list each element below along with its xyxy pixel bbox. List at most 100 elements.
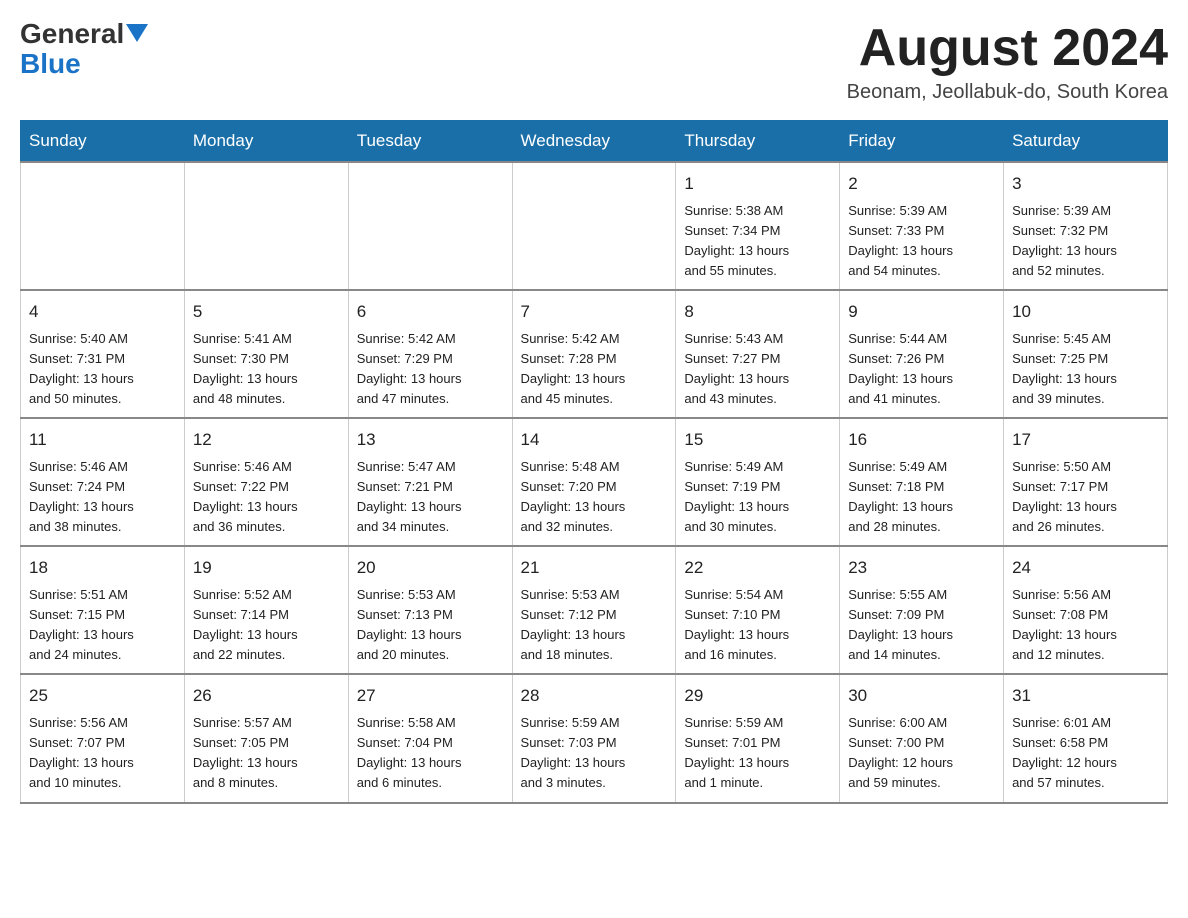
logo-general: General	[20, 20, 124, 48]
logo-arrow-icon	[126, 24, 148, 46]
calendar-cell: 31 Sunrise: 6:01 AM Sunset: 6:58 PM Dayli…	[1004, 674, 1168, 802]
day-info: Sunrise: 5:46 AM Sunset: 7:22 PM Dayligh…	[193, 457, 340, 538]
weekday-header-sunday: Sunday	[21, 121, 185, 163]
calendar-cell: 2 Sunrise: 5:39 AM Sunset: 7:33 PM Daylig…	[840, 162, 1004, 290]
day-number: 11	[29, 427, 176, 453]
day-info: Sunrise: 5:52 AM Sunset: 7:14 PM Dayligh…	[193, 585, 340, 666]
day-info: Sunrise: 5:58 AM Sunset: 7:04 PM Dayligh…	[357, 713, 504, 794]
day-info: Sunrise: 5:59 AM Sunset: 7:01 PM Dayligh…	[684, 713, 831, 794]
day-number: 28	[521, 683, 668, 709]
calendar-week-row: 4 Sunrise: 5:40 AM Sunset: 7:31 PM Daylig…	[21, 290, 1168, 418]
day-number: 5	[193, 299, 340, 325]
calendar-cell: 11Sunrise: 5:46 AM Sunset: 7:24 PM Dayli…	[21, 418, 185, 546]
day-info: Sunrise: 5:44 AM Sunset: 7:26 PM Dayligh…	[848, 329, 995, 410]
calendar-cell: 8Sunrise: 5:43 AM Sunset: 7:27 PM Daylig…	[676, 290, 840, 418]
day-info: Sunrise: 5:47 AM Sunset: 7:21 PM Dayligh…	[357, 457, 504, 538]
day-number: 10	[1012, 299, 1159, 325]
weekday-header-wednesday: Wednesday	[512, 121, 676, 163]
day-info: Sunrise: 5:41 AM Sunset: 7:30 PM Dayligh…	[193, 329, 340, 410]
day-number: 26	[193, 683, 340, 709]
day-number: 19	[193, 555, 340, 581]
calendar-cell: 16 Sunrise: 5:49 AM Sunset: 7:18 PM Dayli…	[840, 418, 1004, 546]
day-number: 20	[357, 555, 504, 581]
day-info: Sunrise: 5:53 AM Sunset: 7:13 PM Dayligh…	[357, 585, 504, 666]
day-info: Sunrise: 5:39 AM Sunset: 7:32 PM Dayligh…	[1012, 201, 1159, 282]
calendar-cell: 20 Sunrise: 5:53 AM Sunset: 7:13 PM Dayli…	[348, 546, 512, 674]
calendar-cell: 14 Sunrise: 5:48 AM Sunset: 7:20 PM Dayli…	[512, 418, 676, 546]
day-number: 13	[357, 427, 504, 453]
day-number: 2	[848, 171, 995, 197]
calendar-cell: 21 Sunrise: 5:53 AM Sunset: 7:12 PM Dayli…	[512, 546, 676, 674]
weekday-header-tuesday: Tuesday	[348, 121, 512, 163]
day-number: 30	[848, 683, 995, 709]
logo: General Blue	[20, 20, 148, 80]
weekday-header-row: SundayMondayTuesdayWednesdayThursdayFrid…	[21, 121, 1168, 163]
day-number: 16	[848, 427, 995, 453]
calendar-cell: 25Sunrise: 5:56 AM Sunset: 7:07 PM Dayli…	[21, 674, 185, 802]
day-number: 31	[1012, 683, 1159, 709]
calendar-cell: 5 Sunrise: 5:41 AM Sunset: 7:30 PM Daylig…	[184, 290, 348, 418]
calendar-cell: 15 Sunrise: 5:49 AM Sunset: 7:19 PM Dayli…	[676, 418, 840, 546]
calendar-cell: 28 Sunrise: 5:59 AM Sunset: 7:03 PM Dayli…	[512, 674, 676, 802]
day-number: 23	[848, 555, 995, 581]
weekday-header-thursday: Thursday	[676, 121, 840, 163]
day-number: 17	[1012, 427, 1159, 453]
location-subtitle: Beonam, Jeollabuk-do, South Korea	[847, 81, 1168, 104]
day-info: Sunrise: 5:59 AM Sunset: 7:03 PM Dayligh…	[521, 713, 668, 794]
day-info: Sunrise: 5:48 AM Sunset: 7:20 PM Dayligh…	[521, 457, 668, 538]
day-info: Sunrise: 5:56 AM Sunset: 7:07 PM Dayligh…	[29, 713, 176, 794]
day-info: Sunrise: 5:45 AM Sunset: 7:25 PM Dayligh…	[1012, 329, 1159, 410]
calendar-cell	[21, 162, 185, 290]
calendar-cell: 30 Sunrise: 6:00 AM Sunset: 7:00 PM Dayli…	[840, 674, 1004, 802]
calendar-week-row: 11Sunrise: 5:46 AM Sunset: 7:24 PM Dayli…	[21, 418, 1168, 546]
day-info: Sunrise: 5:42 AM Sunset: 7:29 PM Dayligh…	[357, 329, 504, 410]
day-number: 3	[1012, 171, 1159, 197]
month-title: August 2024	[847, 20, 1168, 77]
calendar-week-row: 1Sunrise: 5:38 AM Sunset: 7:34 PM Daylig…	[21, 162, 1168, 290]
day-number: 14	[521, 427, 668, 453]
day-info: Sunrise: 5:42 AM Sunset: 7:28 PM Dayligh…	[521, 329, 668, 410]
day-info: Sunrise: 5:39 AM Sunset: 7:33 PM Dayligh…	[848, 201, 995, 282]
calendar-cell: 13 Sunrise: 5:47 AM Sunset: 7:21 PM Dayli…	[348, 418, 512, 546]
day-info: Sunrise: 6:01 AM Sunset: 6:58 PM Dayligh…	[1012, 713, 1159, 794]
day-number: 21	[521, 555, 668, 581]
day-info: Sunrise: 5:57 AM Sunset: 7:05 PM Dayligh…	[193, 713, 340, 794]
day-number: 8	[684, 299, 831, 325]
day-number: 6	[357, 299, 504, 325]
day-number: 7	[521, 299, 668, 325]
weekday-header-saturday: Saturday	[1004, 121, 1168, 163]
day-number: 29	[684, 683, 831, 709]
day-number: 4	[29, 299, 176, 325]
day-number: 15	[684, 427, 831, 453]
day-info: Sunrise: 5:49 AM Sunset: 7:19 PM Dayligh…	[684, 457, 831, 538]
day-info: Sunrise: 5:40 AM Sunset: 7:31 PM Dayligh…	[29, 329, 176, 410]
weekday-header-monday: Monday	[184, 121, 348, 163]
calendar-week-row: 18Sunrise: 5:51 AM Sunset: 7:15 PM Dayli…	[21, 546, 1168, 674]
day-number: 12	[193, 427, 340, 453]
calendar-cell: 27Sunrise: 5:58 AM Sunset: 7:04 PM Dayli…	[348, 674, 512, 802]
calendar-cell: 23 Sunrise: 5:55 AM Sunset: 7:09 PM Dayli…	[840, 546, 1004, 674]
day-number: 22	[684, 555, 831, 581]
logo-blue: Blue	[20, 48, 81, 79]
calendar-cell	[184, 162, 348, 290]
day-info: Sunrise: 5:51 AM Sunset: 7:15 PM Dayligh…	[29, 585, 176, 666]
calendar-cell: 10 Sunrise: 5:45 AM Sunset: 7:25 PM Dayli…	[1004, 290, 1168, 418]
calendar-cell: 3 Sunrise: 5:39 AM Sunset: 7:32 PM Daylig…	[1004, 162, 1168, 290]
calendar-cell: 4 Sunrise: 5:40 AM Sunset: 7:31 PM Daylig…	[21, 290, 185, 418]
day-info: Sunrise: 6:00 AM Sunset: 7:00 PM Dayligh…	[848, 713, 995, 794]
day-info: Sunrise: 5:53 AM Sunset: 7:12 PM Dayligh…	[521, 585, 668, 666]
calendar-cell: 19 Sunrise: 5:52 AM Sunset: 7:14 PM Dayli…	[184, 546, 348, 674]
day-info: Sunrise: 5:55 AM Sunset: 7:09 PM Dayligh…	[848, 585, 995, 666]
calendar-cell: 22 Sunrise: 5:54 AM Sunset: 7:10 PM Dayli…	[676, 546, 840, 674]
title-section: August 2024 Beonam, Jeollabuk-do, South …	[847, 20, 1168, 104]
day-info: Sunrise: 5:54 AM Sunset: 7:10 PM Dayligh…	[684, 585, 831, 666]
day-info: Sunrise: 5:50 AM Sunset: 7:17 PM Dayligh…	[1012, 457, 1159, 538]
day-info: Sunrise: 5:49 AM Sunset: 7:18 PM Dayligh…	[848, 457, 995, 538]
calendar-cell: 26 Sunrise: 5:57 AM Sunset: 7:05 PM Dayli…	[184, 674, 348, 802]
calendar-cell: 7 Sunrise: 5:42 AM Sunset: 7:28 PM Daylig…	[512, 290, 676, 418]
calendar-cell	[348, 162, 512, 290]
calendar-week-row: 25Sunrise: 5:56 AM Sunset: 7:07 PM Dayli…	[21, 674, 1168, 802]
calendar-cell: 12 Sunrise: 5:46 AM Sunset: 7:22 PM Dayli…	[184, 418, 348, 546]
calendar-cell: 9Sunrise: 5:44 AM Sunset: 7:26 PM Daylig…	[840, 290, 1004, 418]
calendar-cell: 1Sunrise: 5:38 AM Sunset: 7:34 PM Daylig…	[676, 162, 840, 290]
